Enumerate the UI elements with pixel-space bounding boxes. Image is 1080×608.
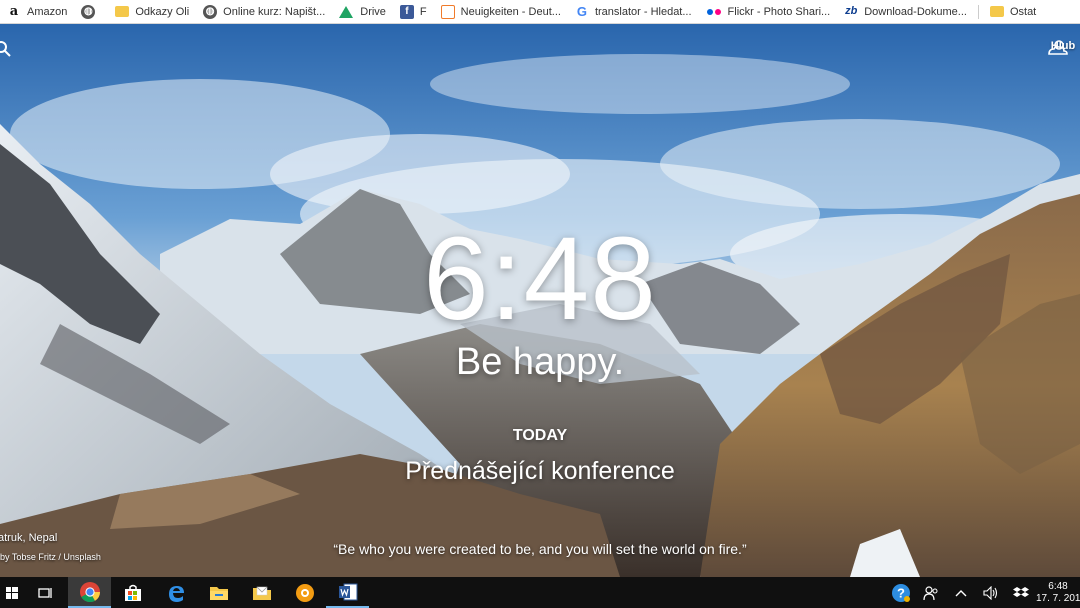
edge-taskbar-button[interactable] xyxy=(154,577,197,608)
amazon-icon: a xyxy=(9,4,19,19)
chrome-taskbar-button[interactable] xyxy=(68,577,111,608)
drive-icon xyxy=(339,5,354,18)
start-button[interactable] xyxy=(0,577,24,608)
orange-app-icon xyxy=(295,583,314,602)
bookmark-label: Amazon xyxy=(27,5,68,18)
bookmark-ostat[interactable]: Ostat xyxy=(983,0,1043,23)
bookmark-label: Neuigkeiten - Deut... xyxy=(460,5,561,18)
clock-time: 6:48 xyxy=(423,213,657,345)
facebook-icon: f xyxy=(399,4,414,19)
word-taskbar-button[interactable] xyxy=(326,577,369,608)
folder-icon xyxy=(115,6,130,17)
mail-folder-icon xyxy=(252,586,271,600)
bookmark-separator xyxy=(977,4,979,19)
photo-credit[interactable]: by Tobse Fritz / Unsplash xyxy=(0,552,101,562)
bookmark-label: F xyxy=(419,5,427,18)
document-icon xyxy=(440,4,455,19)
bookmark-odkazy-oli[interactable]: Odkazy Oli xyxy=(108,0,196,23)
svg-text:?: ? xyxy=(897,585,905,600)
greeting-message: Be happy. xyxy=(455,341,625,383)
bookmark-flickr[interactable]: Flickr - Photo Shari... xyxy=(699,0,838,23)
word-icon xyxy=(338,583,357,600)
background-photo: Hlub 6:48 Be happy. TODAY Přednášející k… xyxy=(0,24,1080,577)
partly-cloudy-icon xyxy=(1048,40,1068,55)
chrome-icon xyxy=(79,581,100,602)
bookmark-translator[interactable]: G translator - Hledat... xyxy=(568,0,699,23)
search-icon[interactable] xyxy=(0,40,12,58)
file-explorer-taskbar-button[interactable] xyxy=(197,577,240,608)
flickr-icon xyxy=(706,5,722,19)
focus-label: TODAY xyxy=(512,427,568,444)
weather-widget[interactable]: Hlub xyxy=(1046,38,1080,55)
dropbox-icon xyxy=(1013,586,1029,597)
focus-task[interactable]: Přednášející konference xyxy=(0,456,1080,486)
orange-app-taskbar-button[interactable] xyxy=(283,577,326,608)
bookmark-label: Drive xyxy=(360,5,386,18)
bookmark-amazon[interactable]: a Amazon xyxy=(0,0,74,23)
bookmark-label: Odkazy Oli xyxy=(135,5,190,18)
windows-icon xyxy=(6,586,18,599)
store-icon xyxy=(124,584,141,601)
bookmark-label: Ostat xyxy=(1009,5,1037,18)
volume-icon xyxy=(983,585,998,600)
bookmark-label: Flickr - Photo Shari... xyxy=(727,5,831,18)
bookmark-label: Download-Dokume... xyxy=(864,5,967,18)
photo-location: atruk, Nepal xyxy=(0,532,58,544)
daily-quote: “Be who you were created to be, and you … xyxy=(333,541,747,557)
bookmarks-bar: a Amazon ◍ Odkazy Oli ◍ Online kurz: Nap… xyxy=(0,0,1080,24)
taskbar-clock[interactable]: 6:48 17. 7. 201 xyxy=(1036,580,1080,605)
bookmark-facebook[interactable]: f F xyxy=(393,0,434,23)
zb-icon: zb xyxy=(845,5,858,17)
store-taskbar-button[interactable] xyxy=(111,577,154,608)
task-view-button[interactable] xyxy=(24,577,68,608)
taskbar-time: 6:48 xyxy=(1048,581,1068,592)
bookmark-neuigkeiten[interactable]: Neuigkeiten - Deut... xyxy=(434,0,568,23)
edge-icon xyxy=(168,585,184,602)
chevron-up-icon xyxy=(955,589,967,596)
people-tray-button[interactable] xyxy=(916,577,946,608)
folder-icon xyxy=(209,586,228,600)
bookmark-online-kurz[interactable]: ◍ Online kurz: Napišt... xyxy=(196,0,332,23)
help-tray-button[interactable]: ? xyxy=(886,577,916,608)
bookmark-label: Online kurz: Napišt... xyxy=(223,5,326,18)
system-tray: ? 6:48 17. 7. 201 xyxy=(886,577,1080,608)
bookmark-globe[interactable]: ◍ xyxy=(74,0,108,23)
globe-icon: ◍ xyxy=(81,4,96,19)
show-hidden-icons-button[interactable] xyxy=(946,577,976,608)
bookmark-download-dokume[interactable]: zb Download-Dokume... xyxy=(837,0,974,23)
folder-icon xyxy=(989,6,1004,17)
mail-folder-taskbar-button[interactable] xyxy=(240,577,283,608)
volume-tray-button[interactable] xyxy=(976,577,1006,608)
help-icon: ? xyxy=(892,583,910,602)
bookmark-drive[interactable]: Drive xyxy=(332,0,393,23)
google-icon: G xyxy=(576,4,587,19)
task-view-icon xyxy=(38,587,52,598)
taskbar: ? 6:48 17. 7. 201 xyxy=(0,577,1080,608)
people-icon xyxy=(923,585,938,600)
bookmark-label: translator - Hledat... xyxy=(594,5,692,18)
globe-icon: ◍ xyxy=(203,4,218,19)
taskbar-date: 17. 7. 201 xyxy=(1036,593,1080,604)
dropbox-tray-button[interactable] xyxy=(1006,577,1036,608)
